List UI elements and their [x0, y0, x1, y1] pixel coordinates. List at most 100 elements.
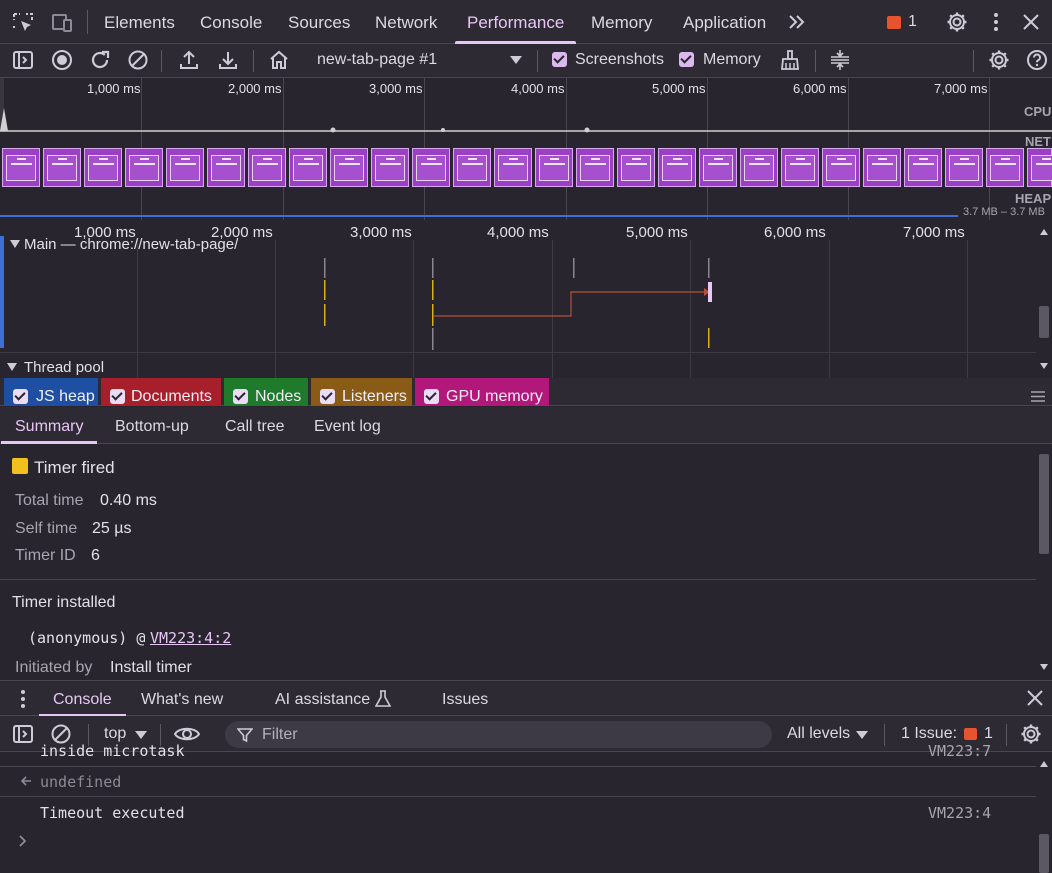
screenshot-frame[interactable] — [2, 148, 40, 187]
console-scrollbar[interactable] — [1036, 752, 1052, 873]
scroll-down-arrow-icon[interactable] — [1040, 363, 1048, 369]
flame-chart[interactable]: 1,000 ms 2,000 ms 3,000 ms 4,000 ms 5,00… — [0, 220, 1036, 378]
nodes-checkbox[interactable] — [233, 389, 248, 404]
tab-bottom-up[interactable]: Bottom-up — [115, 407, 189, 444]
record-icon[interactable] — [51, 49, 73, 71]
console-message-source[interactable]: VM223:4 — [928, 804, 991, 822]
help-icon[interactable] — [1026, 49, 1048, 71]
flame-scrollbar[interactable] — [1036, 220, 1052, 378]
screenshot-frame[interactable] — [166, 148, 204, 187]
tab-console[interactable]: Console — [200, 0, 262, 44]
screenshot-frame[interactable] — [535, 148, 573, 187]
drawer-tab-console[interactable]: Console — [39, 681, 126, 717]
screenshot-frame[interactable] — [371, 148, 409, 187]
tab-event-log[interactable]: Event log — [314, 407, 381, 444]
js-heap-checkbox[interactable] — [13, 389, 28, 404]
drawer-tab-whats-new[interactable]: What's new — [141, 681, 223, 717]
legend-documents[interactable]: Documents — [101, 378, 221, 406]
event-color-swatch — [12, 458, 28, 474]
tab-call-tree[interactable]: Call tree — [225, 407, 285, 444]
customize-kebab-icon[interactable] — [993, 12, 999, 32]
screenshots-label[interactable]: Screenshots — [575, 51, 664, 69]
screenshot-frame[interactable] — [453, 148, 491, 187]
more-tabs-chevron-icon[interactable] — [787, 13, 807, 31]
capture-settings-gear-icon[interactable] — [988, 49, 1010, 71]
live-expression-eye-icon[interactable] — [174, 724, 200, 744]
screenshot-frame[interactable] — [84, 148, 122, 187]
screenshot-frame[interactable] — [289, 148, 327, 187]
issues-count: 1 — [908, 13, 917, 30]
tab-memory[interactable]: Memory — [591, 0, 652, 44]
screenshot-frame[interactable] — [740, 148, 778, 187]
memory-checkbox[interactable] — [679, 52, 694, 67]
tab-performance[interactable]: Performance — [454, 0, 577, 44]
clear-icon[interactable] — [127, 49, 149, 71]
legend-gpu-memory[interactable]: GPU memory — [415, 378, 549, 406]
screenshot-frame[interactable] — [125, 148, 163, 187]
thread-pool-expand-icon[interactable] — [7, 363, 17, 371]
drawer-tab-issues[interactable]: Issues — [442, 681, 488, 717]
screenshot-frame[interactable] — [617, 148, 655, 187]
home-icon[interactable] — [268, 49, 290, 71]
tab-sources[interactable]: Sources — [288, 0, 350, 44]
screenshot-frame[interactable] — [1027, 148, 1052, 187]
screenshot-frame[interactable] — [658, 148, 696, 187]
screenshot-frame[interactable] — [699, 148, 737, 187]
thread-pool-label[interactable]: Thread pool — [24, 359, 104, 376]
initiated-by-value[interactable]: Install timer — [110, 659, 192, 677]
scroll-down-arrow-icon[interactable] — [1040, 664, 1048, 670]
screenshot-frame[interactable] — [576, 148, 614, 187]
screenshot-frame[interactable] — [412, 148, 450, 187]
collapse-tracks-icon[interactable] — [829, 49, 851, 71]
upload-profile-icon[interactable] — [178, 49, 200, 71]
screenshots-checkbox[interactable] — [552, 52, 567, 67]
scroll-up-arrow-icon[interactable] — [1040, 229, 1048, 235]
screenshot-frame[interactable] — [863, 148, 901, 187]
download-profile-icon[interactable] — [217, 49, 239, 71]
console-sidebar-icon[interactable] — [12, 724, 34, 744]
close-devtools-icon[interactable] — [1022, 13, 1040, 31]
gpu-memory-checkbox[interactable] — [424, 389, 439, 404]
memory-label[interactable]: Memory — [703, 51, 761, 69]
garbage-collect-broom-icon[interactable] — [779, 49, 801, 71]
screenshot-frame[interactable] — [43, 148, 81, 187]
device-toolbar-icon[interactable] — [51, 12, 73, 34]
net-track-label: NET — [1025, 134, 1051, 149]
inspect-element-icon[interactable] — [12, 12, 34, 34]
screenshot-frame[interactable] — [904, 148, 942, 187]
console-prompt-input[interactable] — [36, 830, 1026, 854]
close-drawer-icon[interactable] — [1027, 690, 1043, 706]
settings-gear-icon[interactable] — [946, 11, 968, 33]
screenshot-frame[interactable] — [781, 148, 819, 187]
summary-scrollbar[interactable] — [1036, 444, 1052, 680]
tab-summary[interactable]: Summary — [0, 407, 99, 444]
screenshot-frame[interactable] — [248, 148, 286, 187]
scroll-thumb[interactable] — [1039, 834, 1049, 873]
drag-handle-icon[interactable] — [1031, 391, 1045, 402]
recording-select[interactable]: new-tab-page #1 — [317, 44, 527, 78]
tab-application[interactable]: Application — [683, 0, 766, 44]
screenshot-frame[interactable] — [822, 148, 860, 187]
screenshot-frame[interactable] — [330, 148, 368, 187]
drawer-menu-kebab-icon[interactable] — [20, 690, 26, 708]
reload-record-icon[interactable] — [89, 49, 111, 71]
screenshot-frame[interactable] — [207, 148, 245, 187]
scroll-thumb[interactable] — [1039, 454, 1049, 554]
screenshot-frame[interactable] — [986, 148, 1024, 187]
listeners-checkbox[interactable] — [320, 389, 335, 404]
stack-source-link[interactable]: VM223:4:2 — [150, 629, 231, 647]
documents-checkbox[interactable] — [110, 389, 125, 404]
screenshot-frame[interactable] — [945, 148, 983, 187]
scroll-thumb[interactable] — [1039, 306, 1049, 338]
drawer-tab-ai-assistance[interactable]: AI assistance — [275, 681, 370, 717]
toggle-sidebar-icon[interactable] — [12, 50, 34, 70]
scroll-up-arrow-icon[interactable] — [1040, 761, 1048, 767]
self-time-value: 25 µs — [92, 520, 132, 537]
console-message-source[interactable]: VM223:7 — [928, 742, 991, 760]
legend-listeners[interactable]: Listeners — [311, 378, 412, 406]
screenshot-frame[interactable] — [494, 148, 532, 187]
tab-network[interactable]: Network — [375, 0, 437, 44]
tab-elements[interactable]: Elements — [104, 0, 175, 44]
legend-js-heap[interactable]: JS heap — [4, 378, 98, 406]
legend-nodes[interactable]: Nodes — [224, 378, 308, 406]
